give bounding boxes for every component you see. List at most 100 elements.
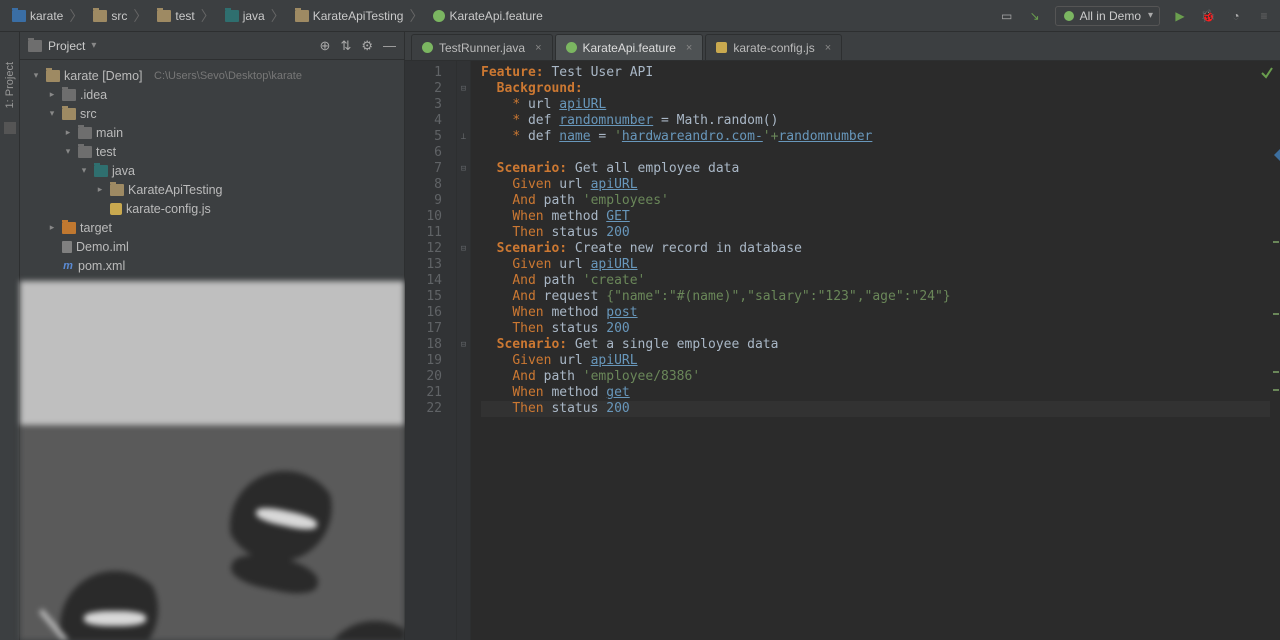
breadcrumb-label: karate (30, 9, 63, 23)
target-icon[interactable]: ⊕ (320, 38, 331, 54)
chevron-down-icon[interactable]: ▾ (91, 40, 96, 51)
debug-icon[interactable]: 🐞 (1200, 8, 1216, 24)
breadcrumb-item[interactable]: test 〉 (153, 4, 218, 28)
folder-icon (433, 10, 445, 22)
close-icon[interactable]: × (825, 42, 831, 54)
close-icon[interactable]: × (686, 42, 692, 54)
breadcrumb-label: src (111, 9, 127, 23)
expand-arrow-icon[interactable]: ▾ (62, 146, 74, 157)
tree-row[interactable]: ▸ KarateApiTesting (20, 180, 404, 199)
error-stripe[interactable] (1268, 61, 1280, 640)
run-icon[interactable]: ▶ (1172, 8, 1188, 24)
preview-image (20, 281, 404, 640)
chevron-right-icon: 〉 (271, 6, 285, 26)
breadcrumb-label: java (243, 9, 265, 23)
tree-icon (110, 184, 124, 196)
expand-arrow-icon[interactable]: ▸ (46, 89, 58, 100)
tab-file-icon (566, 42, 577, 53)
structure-tool-icon[interactable] (4, 122, 16, 134)
line-gutter: 12345678910111213141516171819202122 (405, 61, 457, 640)
gear-icon[interactable]: ⚙ (361, 38, 373, 54)
tree-icon (94, 165, 108, 177)
tree-label: main (96, 126, 123, 140)
expand-arrow-icon[interactable]: ▾ (30, 70, 42, 81)
tree-icon (62, 241, 72, 253)
hide-icon[interactable]: — (383, 38, 396, 54)
tree-row[interactable]: ▸ main (20, 123, 404, 142)
main-area: 1: Project Project ▾ ⊕ ⇅ ⚙ — ▾ karate [De… (0, 32, 1280, 640)
tab-file-icon (716, 42, 727, 53)
tree-row[interactable]: ▾ test (20, 142, 404, 161)
folder-icon (93, 10, 107, 22)
build-icon[interactable]: ▭ (999, 8, 1015, 24)
expand-arrow-icon[interactable]: ▸ (46, 222, 58, 233)
sidebar-header: Project ▾ ⊕ ⇅ ⚙ — (20, 32, 404, 60)
sort-icon[interactable]: ⇅ (340, 38, 351, 54)
close-icon[interactable]: × (535, 42, 541, 54)
tree-row[interactable]: ▾ src (20, 104, 404, 123)
maven-icon: m (62, 260, 74, 272)
tree-label: src (80, 107, 97, 121)
left-tool-rail: 1: Project (0, 32, 20, 640)
project-sidebar: Project ▾ ⊕ ⇅ ⚙ — ▾ karate [Demo] C:\User… (20, 32, 405, 640)
project-tool-tab[interactable]: 1: Project (4, 62, 16, 108)
folder-icon (12, 10, 26, 22)
tree-label: .idea (80, 88, 107, 102)
breadcrumb-item[interactable]: java 〉 (221, 4, 289, 28)
folder-icon (295, 10, 309, 22)
run-config-select[interactable]: All in Demo (1055, 6, 1160, 26)
fold-column[interactable]: ⊟⊥⊟⊟⊟ (457, 61, 471, 640)
project-tree[interactable]: ▾ karate [Demo] C:\Users\Sevo\Desktop\kar… (20, 60, 404, 281)
code-text[interactable]: Feature: Test User API Background: * url… (471, 61, 1280, 640)
cucumber-icon (1064, 11, 1074, 21)
editor-tab[interactable]: KarateApi.feature× (555, 34, 704, 60)
stop-icon[interactable]: ≡ (1256, 8, 1272, 24)
tree-row[interactable]: ▸ target (20, 218, 404, 237)
breadcrumb-item[interactable]: karate〉 (8, 4, 87, 28)
breadcrumb-label: KarateApi.feature (449, 9, 542, 23)
expand-arrow-icon[interactable]: ▾ (78, 165, 90, 176)
tree-label: Demo.iml (76, 240, 129, 254)
tree-path: C:\Users\Sevo\Desktop\karate (154, 70, 302, 82)
tree-row[interactable]: ▸ .idea (20, 85, 404, 104)
folder-icon (225, 10, 239, 22)
tree-icon (62, 108, 76, 120)
breadcrumb-item[interactable]: src 〉 (89, 4, 151, 28)
tree-label: target (80, 221, 112, 235)
breadcrumb-item[interactable]: KarateApi.feature (429, 7, 546, 25)
tab-file-icon (422, 42, 433, 53)
tab-label: TestRunner.java (439, 41, 525, 55)
tree-label: test (96, 145, 116, 159)
tab-label: karate-config.js (733, 41, 814, 55)
tree-icon (46, 70, 60, 82)
breadcrumb-item[interactable]: KarateApiTesting〉 (291, 4, 428, 28)
run-config-label: All in Demo (1080, 9, 1141, 23)
tree-row[interactable]: ▾ karate [Demo] C:\Users\Sevo\Desktop\kar… (20, 66, 404, 85)
code-area[interactable]: 12345678910111213141516171819202122 ⊟⊥⊟⊟… (405, 61, 1280, 640)
chevron-right-icon: 〉 (133, 6, 147, 26)
coverage-icon[interactable]: ◔ (1228, 8, 1244, 24)
tree-label: KarateApiTesting (128, 183, 223, 197)
breadcrumb-label: test (175, 9, 194, 23)
tree-icon (62, 89, 76, 101)
folder-icon (157, 10, 171, 22)
editor-tabs: TestRunner.java×KarateApi.feature×karate… (405, 32, 1280, 61)
editor-tab[interactable]: TestRunner.java × (411, 34, 553, 60)
tree-icon (78, 146, 92, 158)
hammer-icon[interactable]: ↘ (1027, 8, 1043, 24)
tree-row[interactable]: mpom.xml (20, 256, 404, 275)
tree-row[interactable]: ▾java (20, 161, 404, 180)
editor-panel: TestRunner.java×KarateApi.feature×karate… (405, 32, 1280, 640)
expand-arrow-icon[interactable]: ▾ (46, 108, 58, 119)
folder-icon (28, 40, 42, 52)
editor-tab[interactable]: karate-config.js × (705, 34, 842, 60)
expand-arrow-icon[interactable]: ▸ (94, 184, 106, 195)
tree-label: karate-config.js (126, 202, 211, 216)
tree-label: karate [Demo] (64, 69, 143, 83)
tree-row[interactable]: karate-config.js (20, 199, 404, 218)
tree-row[interactable]: Demo.iml (20, 237, 404, 256)
chevron-right-icon: 〉 (201, 6, 215, 26)
tree-icon (78, 127, 92, 139)
breadcrumb-label: KarateApiTesting (313, 9, 404, 23)
expand-arrow-icon[interactable]: ▸ (62, 127, 74, 138)
